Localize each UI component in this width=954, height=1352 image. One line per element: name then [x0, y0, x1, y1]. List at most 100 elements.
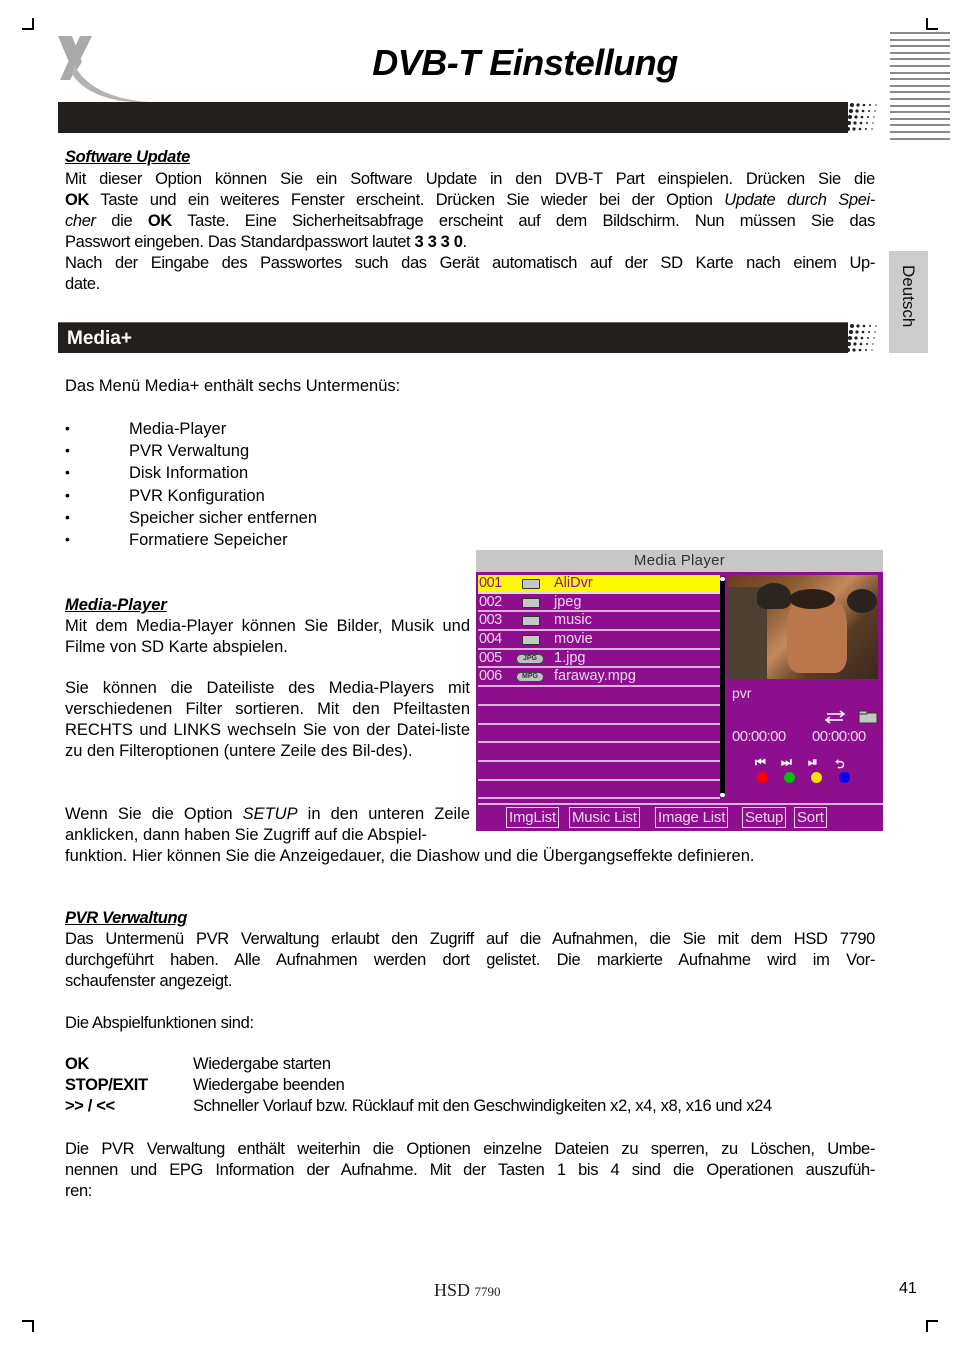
- model-brand: HSD: [434, 1280, 471, 1300]
- media-plus-intro: Das Menü Media+ enthält sechs Untermenüs…: [65, 377, 401, 395]
- footer-model: HSD 7790: [434, 1280, 501, 1301]
- file-number: 004: [479, 631, 502, 648]
- text-span: .: [462, 232, 468, 251]
- setup-option-name: SETUP: [242, 805, 298, 823]
- file-row[interactable]: 001 AliDvr: [478, 575, 720, 594]
- empty-row: [478, 743, 720, 762]
- pvr-paragraph-1: Das Untermenü PVR Verwaltung erlaubt den…: [65, 929, 875, 992]
- page-title: DVB-T Einstellung: [372, 42, 678, 83]
- file-list: 001 AliDvr 002 jpeg 003 music 004 movie …: [478, 575, 720, 800]
- list-item: PVR Konfiguration: [65, 487, 317, 509]
- function-key: OK: [65, 1055, 90, 1073]
- tab-image-list[interactable]: Image List: [655, 807, 729, 828]
- media-player-title: Media Player: [476, 550, 883, 572]
- text-line: ren:: [65, 1181, 93, 1200]
- ok-key-label: OK: [65, 190, 90, 209]
- list-item: Disk Information: [65, 464, 317, 486]
- media-player-paragraph-3: Wenn Sie die Option SETUP in den unteren…: [65, 804, 470, 846]
- text-line: date.: [65, 274, 100, 293]
- folder-icon: [522, 597, 540, 608]
- blue-button-indicator: [839, 772, 850, 783]
- text-line: Die PVR Verwaltung enthält weiterhin die…: [65, 1140, 875, 1158]
- text-line: Passwort eingeben. Das Standardpasswort …: [65, 232, 875, 253]
- file-row[interactable]: 004 movie: [478, 631, 720, 650]
- function-description: Schneller Vorlauf bzw. Rücklauf mit den …: [193, 1097, 772, 1115]
- halftone-dots-decoration: [848, 103, 877, 131]
- media-player-paragraph-3-continued: funktion. Hier können Sie die Anzeigedau…: [65, 847, 755, 865]
- list-item: Formatiere Sepeicher: [65, 531, 317, 553]
- media-player-paragraph-1: Mit dem Media-Player können Sie Bilder, …: [65, 617, 470, 656]
- software-update-heading: Software Update: [65, 148, 190, 166]
- repeat-mode-icon: [824, 710, 846, 724]
- file-name: 1.jpg: [554, 649, 586, 666]
- status-icons: [824, 710, 878, 724]
- folder-icon: [522, 635, 540, 646]
- text-line: durchgeführt haben. Alle Aufnahmen werde…: [65, 950, 875, 969]
- previous-icon[interactable]: ⏮: [755, 755, 766, 770]
- text-line: OK Taste und ein weiteres Fenster ersche…: [65, 190, 875, 211]
- default-password: 3 3 3 0: [414, 232, 463, 251]
- crop-mark-bottom-right: [926, 1320, 938, 1332]
- play-pause-icon[interactable]: ⏯: [808, 755, 818, 770]
- file-row[interactable]: 005 JPG 1.jpg: [478, 650, 720, 669]
- file-name: AliDvr: [554, 575, 593, 591]
- file-number: 003: [479, 612, 502, 629]
- function-description: Wiedergabe beenden: [193, 1076, 345, 1094]
- file-name: movie: [554, 631, 593, 648]
- media-player-screenshot: Media Player 001 AliDvr 002 jpeg 003 mus…: [476, 550, 883, 831]
- media-player-paragraph-2: Sie können die Dateiliste des Media-Play…: [65, 679, 470, 760]
- submenu-list: Media-Player PVR Verwaltung Disk Informa…: [65, 420, 317, 553]
- model-number: 7790: [474, 1284, 501, 1299]
- text-span: Wenn Sie die Option: [65, 805, 243, 823]
- text-line: nennen und EPG Information der Aufnahme.…: [65, 1160, 875, 1179]
- file-number: 001: [479, 575, 502, 591]
- file-name: jpeg: [554, 593, 582, 610]
- function-key: >> / <<: [65, 1097, 115, 1115]
- software-update-text: Mit dieser Option können Sie ein Softwar…: [65, 169, 875, 294]
- red-button-indicator: [757, 772, 768, 783]
- tab-music-list[interactable]: Music List: [569, 807, 640, 828]
- tab-sort[interactable]: Sort: [794, 807, 827, 828]
- file-row[interactable]: 002 jpeg: [478, 594, 720, 613]
- language-tab-label: Deutsch: [899, 265, 918, 328]
- text-line: Das Untermenü PVR Verwaltung erlaubt den…: [65, 930, 875, 948]
- yellow-button-indicator: [811, 772, 822, 783]
- side-stripes-decoration: [890, 32, 950, 144]
- divider: [478, 803, 883, 805]
- folder-icon: [858, 710, 878, 724]
- text-span: Taste und ein weiteres Fenster erscheint…: [89, 190, 725, 209]
- ok-key-label: OK: [147, 211, 172, 230]
- empty-row: [478, 762, 720, 781]
- text-span: die: [95, 211, 148, 230]
- folder-icon: [522, 616, 540, 627]
- file-row[interactable]: 006 MPG faraway.mpg: [478, 668, 720, 688]
- jpg-file-icon: JPG: [516, 653, 544, 664]
- tab-setup[interactable]: Setup: [742, 807, 787, 828]
- crop-mark-top-right: [926, 18, 938, 30]
- tab-imglist[interactable]: ImgList: [506, 807, 559, 828]
- preview-image: [727, 575, 878, 679]
- text-line: schaufenster angezeigt.: [65, 971, 233, 990]
- function-description: Wiedergabe starten: [193, 1055, 331, 1073]
- text-span: Passwort eingeben. Das Standardpasswort …: [65, 232, 415, 251]
- mpg-file-icon: MPG: [516, 672, 544, 683]
- text-line: Mit dieser Option können Sie ein Softwar…: [65, 170, 875, 188]
- media-plus-section-bar: Media+: [58, 322, 877, 353]
- language-tab: Deutsch: [889, 251, 928, 353]
- pvr-paragraph-3: Die PVR Verwaltung enthält weiterhin die…: [65, 1139, 875, 1202]
- text-span: Taste. Eine Sicherheitsabfrage erscheint…: [171, 211, 875, 230]
- file-number: 002: [479, 593, 502, 610]
- empty-row: [478, 725, 720, 744]
- folder-icon: [522, 579, 540, 589]
- media-player-heading: Media-Player: [65, 596, 167, 614]
- current-time: 00:00:00: [732, 728, 786, 745]
- file-number: 006: [479, 668, 502, 685]
- text-line: Nach der Eingabe des Passwortes such das…: [65, 253, 875, 272]
- page-number: 41: [899, 1280, 917, 1297]
- next-icon[interactable]: ⏭: [781, 755, 792, 770]
- total-time: 00:00:00: [812, 728, 866, 745]
- file-row[interactable]: 003 music: [478, 612, 720, 632]
- file-list-scrollbar[interactable]: [720, 577, 725, 797]
- option-name: cher: [65, 211, 96, 230]
- file-name: faraway.mpg: [554, 668, 636, 685]
